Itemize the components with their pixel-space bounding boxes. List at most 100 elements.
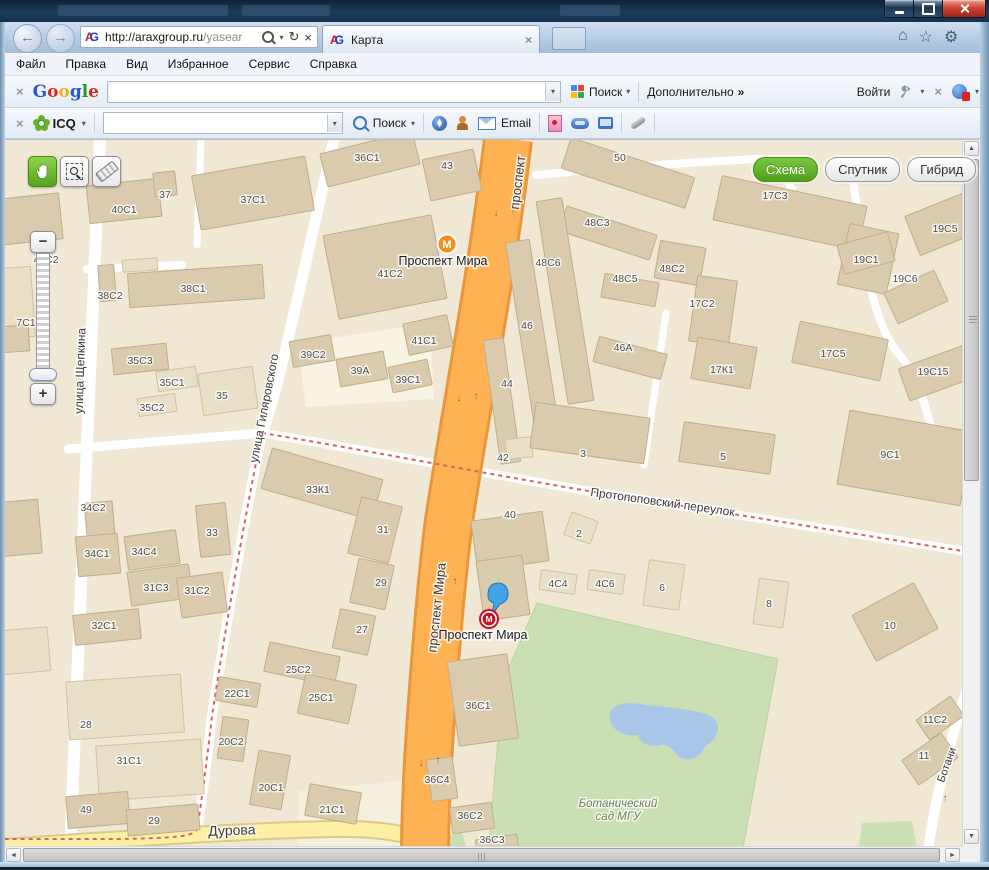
map-building (689, 276, 738, 347)
zoom-select-icon (66, 163, 83, 180)
tv-icon[interactable] (598, 117, 613, 129)
toolbar-close-icon[interactable]: × (16, 84, 24, 99)
google-signin-button[interactable]: Войти (857, 85, 891, 99)
chevron-down-icon[interactable]: ▾ (920, 87, 924, 96)
scroll-right-icon[interactable]: ► (949, 852, 956, 859)
new-tab-button[interactable] (552, 27, 586, 50)
chevron-down-icon[interactable]: ▾ (626, 87, 630, 96)
building-number-label: 9С1 (880, 449, 899, 461)
chevron-down-icon[interactable]: ▾ (327, 114, 342, 132)
building-number-label: 31 (377, 524, 389, 536)
toolbar-close-icon[interactable]: × (934, 84, 942, 99)
building-number-label: 40 (504, 509, 516, 521)
chevron-down-icon[interactable]: ▾ (975, 87, 979, 96)
toolbar-close-icon[interactable]: × (16, 116, 24, 131)
scroll-down-icon[interactable]: ▼ (968, 833, 975, 840)
vertical-scroll-thumb[interactable] (964, 159, 979, 481)
chevron-down-icon[interactable]: ▾ (82, 119, 86, 128)
building-number-label: 34С4 (131, 546, 156, 558)
titlebar-ghost-text (58, 5, 228, 16)
map-zoom-select-button[interactable] (60, 156, 89, 187)
map-mode-Гибрид[interactable]: Гибрид (907, 157, 976, 182)
back-button[interactable]: ← (13, 24, 42, 53)
scroll-left-icon[interactable]: ◄ (10, 852, 17, 859)
zoom-in-button[interactable]: + (30, 383, 56, 405)
map-building (5, 627, 51, 676)
zoom-slider-thumb[interactable] (29, 368, 57, 381)
scrollbar-corner (962, 846, 980, 863)
games-gamepad-icon[interactable] (571, 118, 589, 129)
home-icon[interactable]: ⌂ (898, 27, 908, 47)
icq-search-input[interactable]: ▾ (103, 112, 343, 134)
forward-button[interactable]: → (46, 24, 75, 53)
maximize-button[interactable] (913, 0, 944, 18)
search-icon[interactable] (262, 31, 274, 43)
google-search-input[interactable]: ▾ (107, 81, 561, 103)
park-label: Ботанический (579, 798, 658, 810)
building-number-label: 41С1 (411, 335, 436, 347)
chevron-down-icon[interactable]: ▾ (545, 83, 560, 101)
building-number-label: 17К1 (710, 364, 734, 376)
chevron-down-icon[interactable]: ▾ (411, 119, 415, 128)
menu-item-Вид[interactable]: Вид (126, 57, 148, 71)
horizontal-scroll-thumb[interactable] (23, 848, 940, 862)
building-number-label: 37С1 (240, 194, 265, 206)
menu-item-Файл[interactable]: Файл (16, 57, 46, 71)
google-search-button[interactable]: Поиск (589, 85, 622, 99)
building-number-label: 38С2 (97, 290, 122, 302)
map-building (122, 258, 158, 272)
browser-compass-icon[interactable] (432, 116, 447, 131)
wrench-icon[interactable] (898, 85, 912, 99)
browser-tab[interactable]: AG Карта × (322, 25, 540, 53)
map-ruler-button[interactable] (92, 156, 121, 187)
refresh-icon[interactable]: ↻ (289, 29, 300, 45)
building-number-label: 5 (720, 451, 726, 463)
icq-search-button[interactable]: Поиск (373, 116, 406, 130)
tab-favicon: AG (330, 33, 344, 47)
navigation-bar: ← → AG http://araxgroup.ru/yasear ▾ ↻ × … (0, 22, 989, 54)
close-icon (959, 3, 970, 14)
close-button[interactable] (942, 0, 986, 18)
google-more-button[interactable]: Дополнительно (647, 85, 733, 99)
email-envelope-icon[interactable] (478, 117, 496, 130)
favorites-icon[interactable]: ☆ (919, 27, 933, 47)
flashlight-icon[interactable] (630, 116, 647, 130)
maximize-icon (922, 3, 935, 15)
double-chevron-icon[interactable]: » (738, 85, 745, 99)
street-label: Дурова (208, 821, 256, 839)
menu-item-Справка[interactable]: Справка (310, 57, 357, 71)
building-number-label: 2 (576, 528, 582, 540)
metro-station-label: Проспект Мира (399, 254, 488, 268)
separator (423, 113, 424, 133)
email-button[interactable]: Email (501, 116, 531, 130)
building-number-label: 27 (356, 624, 368, 636)
page-content: ↓↑↓↑↓↑↓↑↑37С13740С136С14341С238С238С147С… (5, 139, 980, 862)
greeting-card-icon[interactable] (548, 115, 562, 132)
tools-gear-icon[interactable]: ⚙ (944, 27, 958, 47)
map-mode-Спутник[interactable]: Спутник (825, 157, 900, 182)
tab-title: Карта (351, 33, 383, 47)
map-pan-hand-button[interactable] (28, 156, 57, 187)
address-bar[interactable]: AG http://araxgroup.ru/yasear ▾ ↻ × (80, 26, 318, 48)
menu-item-Правка[interactable]: Правка (66, 57, 107, 71)
scroll-up-icon[interactable]: ▲ (968, 145, 975, 152)
map-mode-Схема[interactable]: Схема (753, 157, 818, 182)
menu-item-Сервис[interactable]: Сервис (249, 57, 290, 71)
menu-item-Избранное[interactable]: Избранное (168, 57, 229, 71)
horizontal-scrollbar[interactable]: ◄ ► (5, 846, 962, 863)
lane-arrow: ↓ (457, 393, 462, 404)
translate-pdf-icon[interactable] (952, 84, 967, 99)
tab-close-icon[interactable]: × (525, 33, 532, 47)
zoom-slider-track[interactable] (36, 253, 50, 369)
building-number-label: 17С2 (689, 298, 714, 310)
people-search-icon[interactable] (456, 116, 469, 130)
site-favicon: AG (85, 30, 99, 44)
vertical-scrollbar[interactable]: ▲ ▼ (962, 140, 980, 846)
search-magnifier-icon (353, 116, 367, 130)
lane-arrow: ↓ (419, 758, 424, 769)
minimize-button[interactable] (884, 0, 915, 18)
zoom-out-button[interactable]: − (30, 231, 56, 253)
stop-icon[interactable]: × (304, 30, 312, 45)
map-canvas[interactable]: ↓↑↓↑↓↑↓↑↑37С13740С136С14341С238С238С147С… (5, 140, 962, 846)
search-caret-icon[interactable]: ▾ (279, 33, 283, 42)
